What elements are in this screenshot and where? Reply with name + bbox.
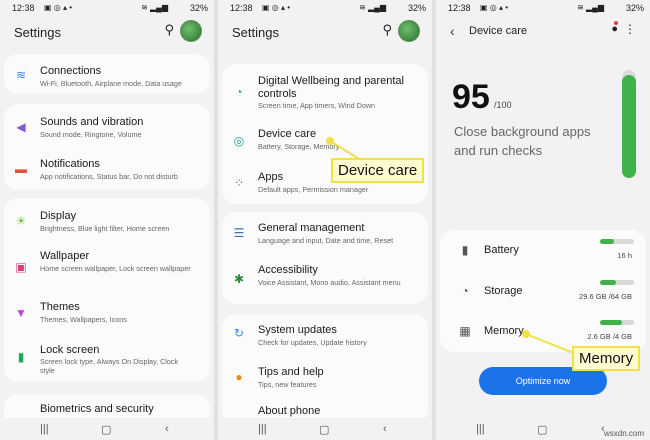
- avatar[interactable]: [180, 20, 202, 42]
- settings-item-notifications[interactable]: ▬ Notifications App notifications, Statu…: [4, 146, 210, 188]
- callout-dot: [522, 330, 530, 338]
- item-title: Biometrics and security: [40, 403, 154, 415]
- settings-group: ≋ Connections Wi-Fi, Bluetooth, Airplane…: [4, 54, 210, 94]
- settings-item-lock-screen[interactable]: ▮ Lock screen Screen lock type, Always O…: [4, 332, 210, 380]
- settings-screen-1: 12:38 ▣ ◎ ▴ • ≋ ▂▄▆ 32% Settings ⚲ ≋ Con…: [0, 0, 214, 440]
- settings-item-biometrics[interactable]: Biometrics and security: [4, 394, 210, 415]
- item-title: Sounds and vibration: [40, 116, 144, 128]
- item-title: Lock screen: [40, 344, 100, 356]
- item-title: Themes: [40, 301, 80, 313]
- callout-memory: Memory: [572, 346, 641, 371]
- item-subtitle: App notifications, Status bar, Do not di…: [40, 172, 178, 181]
- settings-screen-2: 12:38 ▣ ◎ ▴ • ≋ ▂▄▆ 32% Settings ⚲ ◔ Dig…: [218, 0, 432, 440]
- callout-pointer: [329, 140, 365, 163]
- callout-pointer: [525, 333, 577, 355]
- wifi-signal-icon: ≋ ▂▄▆: [141, 3, 168, 12]
- device-care-screen: 12:38 ▣ ◎ ▴ • ≋ ▂▄▆ 32% ‹ Device care ● …: [436, 0, 650, 440]
- item-subtitle: Brightness, Blue light filter, Home scre…: [40, 224, 170, 233]
- recents-button[interactable]: |||: [40, 423, 49, 435]
- notification-icon: ▣ ◎ ▴ •: [44, 3, 73, 12]
- watermark: wsxdn.com: [603, 429, 644, 438]
- settings-item-themes[interactable]: ▼ Themes Themes, Wallpapers, Icons: [4, 290, 210, 332]
- page-title: Settings: [14, 25, 61, 40]
- settings-group: ☀ Display Brightness, Blue light filter,…: [4, 198, 210, 382]
- settings-item-connections[interactable]: ≋ Connections Wi-Fi, Bluetooth, Airplane…: [4, 54, 210, 94]
- item-subtitle: Home screen wallpaper, Lock screen wallp…: [40, 264, 191, 273]
- settings-item-display[interactable]: ☀ Display Brightness, Blue light filter,…: [4, 198, 210, 242]
- callout-device-care: Device care: [331, 158, 425, 183]
- back-button[interactable]: ‹: [165, 423, 169, 435]
- speaker-icon: ◀: [16, 120, 26, 134]
- item-subtitle: Themes, Wallpapers, Icons: [40, 315, 127, 324]
- wifi-icon: ≋: [15, 68, 27, 82]
- item-title: Connections: [40, 65, 102, 77]
- lock-icon: ▮: [17, 350, 25, 364]
- item-subtitle: Wi-Fi, Bluetooth, Airplane mode, Data us…: [40, 79, 182, 88]
- item-subtitle: Screen lock type, Always On Display, Clo…: [40, 357, 179, 375]
- navigation-bar: ||| ▢ ‹: [0, 418, 214, 440]
- brush-icon: ▼: [15, 306, 27, 320]
- battery-level: 32%: [189, 3, 208, 13]
- callout-dot: [326, 137, 334, 145]
- sun-icon: ☀: [15, 214, 27, 228]
- status-bar: 12:38 ▣ ◎ ▴ • ≋ ▂▄▆ 32%: [0, 0, 214, 16]
- status-time: 12:38: [12, 3, 35, 13]
- settings-group: ◀ Sounds and vibration Sound mode, Ringt…: [4, 104, 210, 190]
- notification-bell-icon: ▬: [15, 162, 27, 176]
- settings-item-sounds[interactable]: ◀ Sounds and vibration Sound mode, Ringt…: [4, 104, 210, 146]
- item-title: Wallpaper: [40, 250, 90, 262]
- search-icon[interactable]: ⚲: [164, 22, 174, 38]
- home-button[interactable]: ▢: [101, 423, 111, 436]
- settings-item-wallpaper[interactable]: ▣ Wallpaper Home screen wallpaper, Lock …: [4, 242, 210, 288]
- item-title: Display: [40, 210, 77, 222]
- item-title: Notifications: [40, 158, 100, 170]
- image-icon: ▣: [15, 260, 27, 274]
- item-subtitle: Sound mode, Ringtone, Volume: [40, 130, 142, 139]
